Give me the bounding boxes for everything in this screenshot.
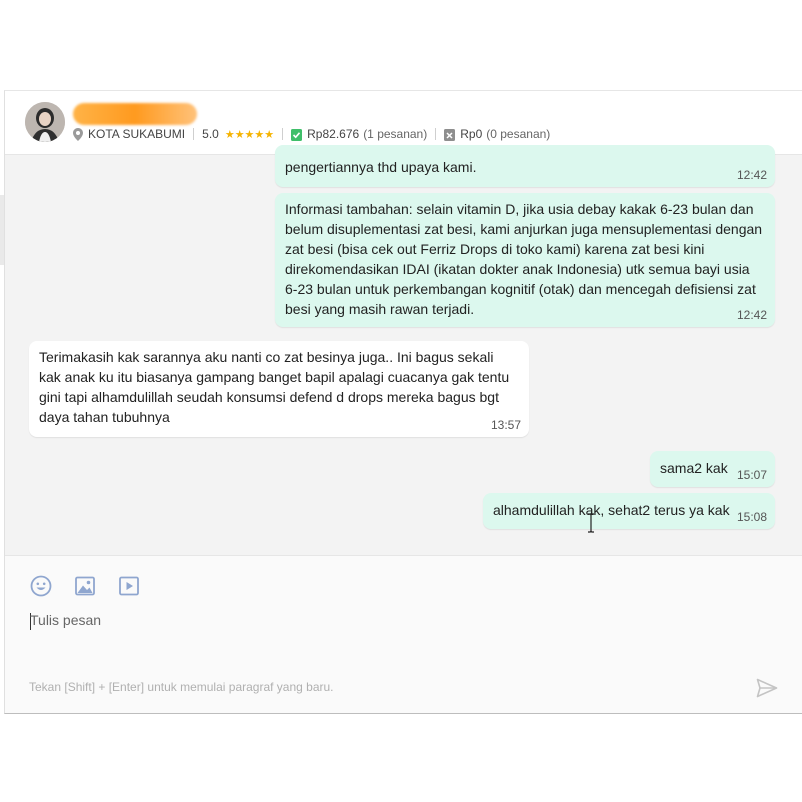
canceled-bag-icon	[444, 128, 456, 141]
message-text: alhamdulillah kak, sehat2 terus ya kak	[493, 502, 730, 518]
avatar-image	[25, 102, 65, 142]
emoji-icon[interactable]	[30, 575, 52, 597]
message-text: Informasi tambahan: selain vitamin D, ji…	[285, 201, 763, 317]
divider	[193, 128, 195, 140]
completed-bag-icon	[291, 128, 303, 141]
divider	[282, 128, 284, 140]
rating-value: 5.0	[202, 127, 219, 141]
message-input[interactable]: Tulis pesan	[30, 612, 101, 628]
canceled-amount: Rp0	[460, 127, 483, 141]
message-bubble-outgoing: sama2 kak 15:07	[650, 451, 775, 487]
buyer-meta: KOTA SUKABUMI 5.0 ★★★★★ Rp82.676 (1 pesa…	[73, 126, 550, 142]
location-text: KOTA SUKABUMI	[88, 127, 186, 141]
message-composer: Tulis pesan Tekan [Shift] + [Enter] untu…	[5, 555, 802, 713]
chat-panel: wulanjuan1210 KOTA SUKABUMI 5.0 ★★★★★ Rp…	[4, 90, 802, 714]
video-icon[interactable]	[118, 575, 140, 597]
message-time: 15:08	[736, 510, 767, 524]
username[interactable]: wulanjuan1210	[73, 103, 197, 125]
canceled-orders: (0 pesanan)	[486, 127, 551, 141]
message-text: pengertiannya thd upaya kami.	[285, 159, 477, 175]
message-time: 13:57	[490, 418, 521, 432]
mouse-ibeam-cursor-icon	[588, 513, 594, 533]
message-bubble-outgoing: pengertiannya thd upaya kami. 12:42	[275, 145, 775, 187]
send-icon[interactable]	[755, 676, 779, 700]
message-bubble-outgoing: alhamdulillah kak, sehat2 terus ya kak 1…	[483, 493, 775, 529]
message-time: 12:42	[736, 308, 767, 322]
completed-amount: Rp82.676	[307, 127, 360, 141]
message-time: 12:42	[736, 168, 767, 182]
message-bubble-incoming: Terimakasih kak sarannya aku nanti co za…	[29, 341, 529, 437]
image-icon[interactable]	[74, 575, 96, 597]
composer-hint: Tekan [Shift] + [Enter] untuk memulai pa…	[29, 680, 334, 694]
rating-stars: ★★★★★	[224, 128, 275, 141]
message-list[interactable]: pengertiannya thd upaya kami. 12:42 Info…	[5, 145, 802, 554]
message-text: Terimakasih kak sarannya aku nanti co za…	[39, 349, 510, 425]
divider	[435, 128, 437, 140]
completed-orders: (1 pesanan)	[363, 127, 428, 141]
message-time: 15:07	[736, 468, 767, 482]
avatar[interactable]	[25, 102, 65, 142]
location-pin-icon	[73, 127, 83, 141]
message-bubble-outgoing: Informasi tambahan: selain vitamin D, ji…	[275, 193, 775, 327]
